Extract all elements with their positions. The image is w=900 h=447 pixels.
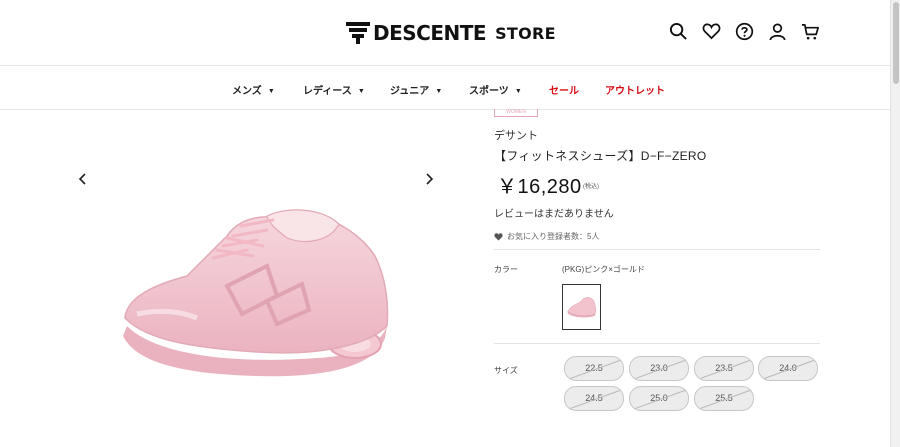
nav-label: アウトレット <box>605 86 665 97</box>
nav-label: レディース <box>303 86 352 97</box>
cart-icon[interactable] <box>801 22 820 41</box>
nav-item-mens[interactable]: メンズ ▼ <box>232 82 275 97</box>
caret-down-icon: ▼ <box>435 88 443 95</box>
color-label: カラー <box>494 265 518 274</box>
caret-down-icon: ▼ <box>267 88 275 95</box>
nav-label: セール <box>549 86 579 97</box>
category-badge: WOMEN <box>494 109 538 117</box>
color-value: (PKG)ピンク×ゴールド <box>562 265 645 274</box>
product-brand: デサント <box>494 130 538 142</box>
product-image <box>123 209 389 377</box>
size-option-25-5[interactable]: 25.5 <box>694 386 754 411</box>
search-icon[interactable] <box>669 22 688 41</box>
scrollbar-thumb[interactable] <box>893 2 899 84</box>
size-option-23-0[interactable]: 23.0 <box>629 356 689 381</box>
nav-item-outlet[interactable]: アウトレット <box>605 82 665 97</box>
next-image-arrow-icon[interactable] <box>422 171 436 187</box>
site-header: DESCENTE STORE <box>0 0 890 66</box>
prev-image-arrow-icon[interactable] <box>76 171 90 187</box>
nav-label: スポーツ <box>469 86 509 97</box>
size-label: サイズ <box>494 366 518 375</box>
divider <box>494 343 820 344</box>
size-option-24-0[interactable]: 24.0 <box>758 356 818 381</box>
heart-icon[interactable] <box>702 22 721 41</box>
product-title: 【フィットネスシューズ】D−F−ZERO <box>494 149 707 163</box>
nav-item-sale[interactable]: セール <box>549 82 579 97</box>
descente-logo-icon <box>346 22 370 44</box>
favorites-count: お気に入り登録者数：5人 <box>494 231 599 242</box>
size-option-23-5[interactable]: 23.5 <box>694 356 754 381</box>
user-icon[interactable] <box>768 22 787 41</box>
nav-label: ジュニア <box>390 86 430 97</box>
page-scrollbar[interactable] <box>890 0 900 447</box>
size-option-25-0[interactable]: 25.0 <box>629 386 689 411</box>
nav-item-junior[interactable]: ジュニア ▼ <box>390 82 442 97</box>
caret-down-icon: ▼ <box>357 88 365 95</box>
divider <box>494 249 820 250</box>
swatch-shoe-image <box>567 297 596 318</box>
caret-down-icon: ▼ <box>514 88 522 95</box>
review-status[interactable]: レビューはまだありません <box>494 205 614 220</box>
logo-store-text: STORE <box>495 23 556 43</box>
logo-brand-text: DESCENTE <box>373 21 487 45</box>
size-option-24-5[interactable]: 24.5 <box>564 386 624 411</box>
nav-item-ladies[interactable]: レディース ▼ <box>303 82 365 97</box>
site-logo[interactable]: DESCENTE STORE <box>346 20 556 46</box>
main-nav: メンズ ▼ レディース ▼ ジュニア ▼ スポーツ ▼ セール アウトレット <box>0 66 890 110</box>
size-option-22-5[interactable]: 22.5 <box>564 356 624 381</box>
favorites-text: お気に入り登録者数：5人 <box>507 232 600 241</box>
heart-icon <box>494 232 503 241</box>
tax-note: (税込) <box>583 184 599 190</box>
product-price: ￥16,280 <box>497 176 582 198</box>
color-swatch[interactable] <box>562 284 601 330</box>
nav-item-sports[interactable]: スポーツ ▼ <box>469 82 522 97</box>
help-icon[interactable] <box>735 22 754 41</box>
nav-label: メンズ <box>232 86 262 97</box>
